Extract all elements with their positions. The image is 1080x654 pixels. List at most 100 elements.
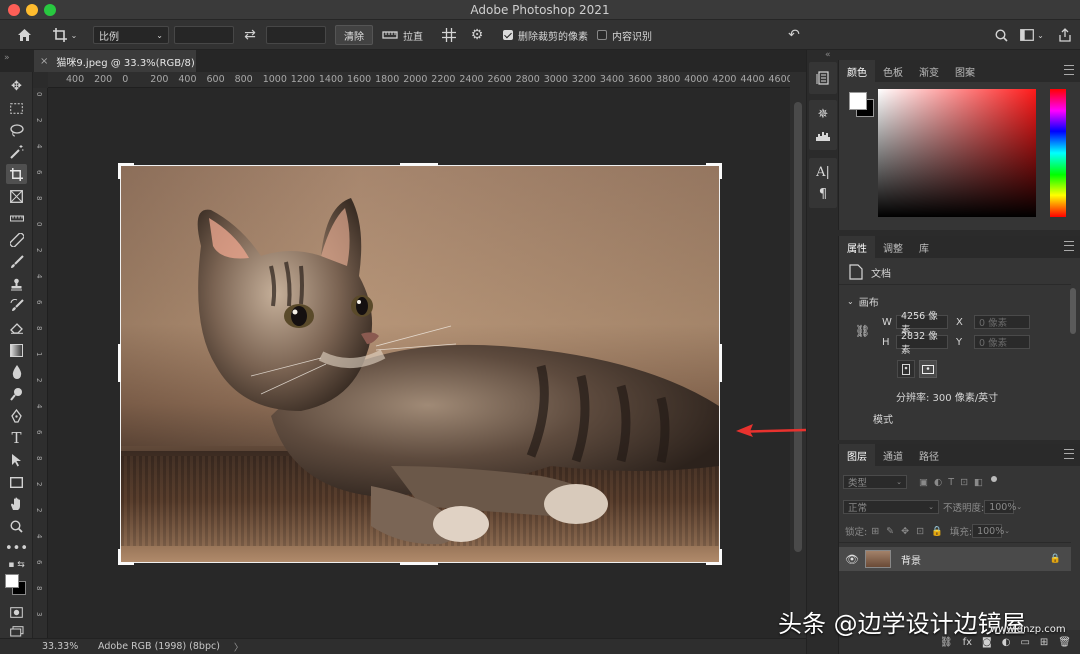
landscape-orientation-button[interactable] bbox=[919, 360, 937, 378]
tab-paths[interactable]: 路径 bbox=[911, 444, 947, 466]
fill-input[interactable]: 100% bbox=[972, 524, 1004, 538]
histogram-panel-icon[interactable] bbox=[812, 125, 834, 147]
panel-foreground-swatch[interactable] bbox=[849, 92, 867, 110]
clear-button[interactable]: 清除 bbox=[335, 25, 373, 45]
tab-channels[interactable]: 通道 bbox=[875, 444, 911, 466]
dodge-tool-icon[interactable] bbox=[6, 384, 27, 404]
layer-filter-select[interactable]: 类型 ⌄ bbox=[843, 475, 907, 489]
foreground-color-swatch[interactable] bbox=[5, 574, 19, 588]
document-tab[interactable]: × 猫咪9.jpeg @ 33.3%(RGB/8) bbox=[34, 50, 196, 72]
search-icon[interactable] bbox=[992, 25, 1010, 45]
color-picker-field[interactable] bbox=[878, 89, 1036, 217]
eraser-tool-icon[interactable] bbox=[6, 318, 27, 338]
grid-overlay-icon[interactable] bbox=[440, 25, 458, 45]
collapse-panels-icon[interactable]: « bbox=[825, 50, 831, 60]
brush-tool-icon[interactable] bbox=[6, 252, 27, 272]
tab-layers[interactable]: 图层 bbox=[839, 444, 875, 466]
canvas-y-input[interactable]: 0 像素 bbox=[974, 335, 1030, 349]
crop-tool-preset-picker[interactable]: ⌄ bbox=[50, 25, 80, 45]
crop-handle-bottom-left-v[interactable] bbox=[118, 549, 121, 565]
healing-brush-tool-icon[interactable] bbox=[6, 230, 27, 250]
panel-menu-icon[interactable] bbox=[1064, 241, 1074, 251]
screen-mode-icon[interactable] bbox=[6, 624, 27, 638]
blend-mode-select[interactable]: 正常 ⌄ bbox=[843, 500, 939, 514]
collapse-toolbar-icon[interactable]: » bbox=[4, 53, 10, 63]
rectangle-tool-icon[interactable] bbox=[6, 472, 27, 492]
delete-layer-icon[interactable]: 🗑 bbox=[1058, 637, 1071, 648]
crop-handle-right[interactable] bbox=[719, 344, 722, 382]
path-selection-tool-icon[interactable] bbox=[6, 450, 27, 470]
history-brush-tool-icon[interactable] bbox=[6, 296, 27, 316]
type-tool-icon[interactable]: T bbox=[6, 428, 27, 448]
crop-handle-top[interactable] bbox=[400, 163, 438, 166]
delete-cropped-checkbox[interactable]: 删除裁剪的像素 bbox=[503, 25, 588, 45]
frame-tool-icon[interactable] bbox=[6, 186, 27, 206]
more-tools-icon[interactable]: ••• bbox=[5, 538, 28, 558]
canvas-section-header[interactable]: ⌄ 画布 bbox=[847, 294, 879, 309]
close-tab-icon[interactable]: × bbox=[40, 56, 48, 67]
tab-libraries[interactable]: 库 bbox=[911, 236, 937, 258]
panel-menu-icon[interactable] bbox=[1064, 65, 1074, 75]
canvas-x-input[interactable]: 0 像素 bbox=[974, 315, 1030, 329]
lasso-tool-icon[interactable] bbox=[6, 120, 27, 140]
tab-adjustments[interactable]: 调整 bbox=[875, 236, 911, 258]
home-icon[interactable] bbox=[14, 25, 34, 45]
portrait-orientation-button[interactable] bbox=[897, 360, 915, 378]
straighten-button[interactable]: 拉直 bbox=[382, 25, 423, 45]
tab-swatches[interactable]: 色板 bbox=[875, 60, 911, 82]
crop-handle-left[interactable] bbox=[118, 344, 121, 382]
crop-handle-top-left-v[interactable] bbox=[118, 163, 121, 179]
scrollbar-thumb[interactable] bbox=[794, 102, 802, 552]
crop-handle-top-right-v[interactable] bbox=[719, 163, 722, 179]
workspace-icon[interactable]: ⌄ bbox=[1018, 25, 1046, 45]
zoom-tool-icon[interactable] bbox=[6, 516, 27, 536]
tab-gradients[interactable]: 渐变 bbox=[911, 60, 947, 82]
gear-icon[interactable]: ⚙ bbox=[468, 25, 486, 45]
lock-icons[interactable]: ⊞✎✥⊡🔒 bbox=[871, 526, 950, 537]
layer-filter-icons[interactable]: ▣◐T⊡◧ bbox=[919, 477, 989, 488]
tab-properties[interactable]: 属性 bbox=[839, 236, 875, 258]
cat-photo[interactable] bbox=[121, 166, 719, 562]
crop-handle-bottom[interactable] bbox=[400, 562, 438, 565]
hand-tool-icon[interactable] bbox=[6, 494, 27, 514]
share-icon[interactable] bbox=[1056, 25, 1074, 45]
move-tool-icon[interactable]: ✥ bbox=[6, 76, 27, 96]
panel-menu-icon[interactable] bbox=[1064, 449, 1074, 459]
quick-mask-icon[interactable] bbox=[6, 602, 27, 622]
zoom-level[interactable]: 33.33% bbox=[0, 641, 88, 652]
properties-scrollbar[interactable] bbox=[1070, 288, 1076, 334]
marquee-tool-icon[interactable] bbox=[6, 98, 27, 118]
ratio-width-input[interactable] bbox=[174, 26, 234, 44]
ratio-height-input[interactable] bbox=[266, 26, 326, 44]
opacity-input[interactable]: 100% bbox=[984, 500, 1016, 514]
filter-toggle-icon[interactable] bbox=[991, 476, 998, 482]
ruler-tool-icon[interactable] bbox=[6, 208, 27, 228]
canvas-width-input[interactable]: 4256 像素 bbox=[896, 311, 948, 336]
canvas-vertical-scrollbar[interactable] bbox=[790, 72, 806, 638]
content-aware-checkbox[interactable]: 内容识别 bbox=[597, 25, 652, 45]
clone-stamp-tool-icon[interactable] bbox=[6, 274, 27, 294]
navigator-panel-icon[interactable]: ✵ bbox=[812, 103, 834, 125]
pen-tool-icon[interactable] bbox=[6, 406, 27, 426]
paragraph-panel-icon[interactable]: ¶ bbox=[812, 183, 834, 205]
default-colors-icon[interactable]: ▪ ⇆ bbox=[6, 558, 27, 572]
link-icon[interactable]: ⛓ bbox=[855, 324, 870, 338]
undo-icon[interactable]: ↶ bbox=[785, 25, 803, 45]
swap-icon[interactable]: ⇄ bbox=[240, 25, 260, 45]
crop-handle-bottom-right-v[interactable] bbox=[719, 549, 722, 565]
status-more-button[interactable]: 〉 bbox=[234, 640, 244, 654]
eye-icon[interactable]: 👁 bbox=[845, 553, 859, 566]
ratio-select[interactable]: 比例 ⌄ bbox=[93, 26, 169, 44]
history-panel-icon[interactable] bbox=[812, 67, 834, 89]
new-layer-icon[interactable]: ⊞ bbox=[1040, 637, 1048, 648]
hue-slider[interactable] bbox=[1050, 89, 1066, 217]
character-panel-icon[interactable]: A| bbox=[812, 161, 834, 183]
magic-wand-tool-icon[interactable] bbox=[6, 142, 27, 162]
tab-color[interactable]: 颜色 bbox=[839, 60, 875, 82]
gradient-tool-icon[interactable] bbox=[6, 340, 27, 360]
blur-tool-icon[interactable] bbox=[6, 362, 27, 382]
canvas-height-input[interactable]: 2832 像素 bbox=[896, 331, 948, 356]
crop-tool-icon[interactable] bbox=[6, 164, 27, 184]
layer-row-background[interactable]: 👁 背景 🔒 bbox=[839, 547, 1071, 571]
tab-patterns[interactable]: 图案 bbox=[947, 60, 983, 82]
